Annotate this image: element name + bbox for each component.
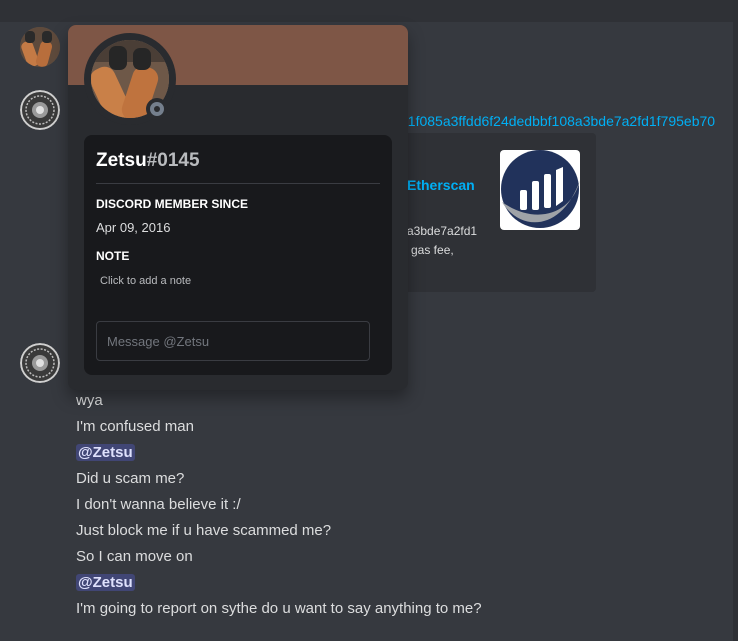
- message-text: I'm going to report on sythe do u want t…: [76, 600, 482, 617]
- message-text: @Zetsu: [76, 444, 135, 461]
- member-since-value: Apr 09, 2016: [96, 220, 171, 235]
- message-text: Did u scam me?: [76, 470, 185, 487]
- divider: [96, 183, 380, 184]
- note-heading: NOTE: [96, 249, 130, 263]
- sender-avatar[interactable]: [20, 90, 60, 130]
- message-user-input[interactable]: [96, 321, 370, 361]
- discriminator: #0145: [146, 150, 200, 171]
- profile-username[interactable]: Zetsu#0145: [96, 150, 200, 172]
- etherscan-logo-icon[interactable]: [500, 150, 580, 230]
- message-text: So I can move on: [76, 548, 193, 565]
- message-text: Just block me if u have scammed me?: [76, 522, 332, 539]
- sender-avatar[interactable]: [20, 343, 60, 383]
- note-field[interactable]: Click to add a note: [100, 275, 191, 287]
- message-text: I don't wanna believe it :/: [76, 496, 241, 513]
- username: Zetsu: [96, 150, 147, 171]
- member-since-heading: DISCORD MEMBER SINCE: [96, 197, 249, 211]
- embed-description: a3bde7a2fd1: [407, 224, 478, 238]
- embed-description: gas fee,: [411, 243, 454, 257]
- message-text: I'm confused man: [76, 418, 194, 435]
- embed-title[interactable]: Etherscan: [407, 177, 475, 193]
- user-avatar[interactable]: [20, 27, 60, 67]
- message-text: wya: [76, 392, 103, 409]
- message-text: @Zetsu: [76, 574, 135, 591]
- user-mention[interactable]: @Zetsu: [76, 444, 135, 461]
- scrollbar[interactable]: [733, 0, 738, 641]
- user-mention[interactable]: @Zetsu: [76, 574, 135, 591]
- top-strip: [0, 0, 738, 22]
- status-indicator: [146, 98, 168, 120]
- transaction-link[interactable]: 21f085a3ffdd6f24dedbbf108a3bde7a2fd1f795…: [400, 113, 715, 129]
